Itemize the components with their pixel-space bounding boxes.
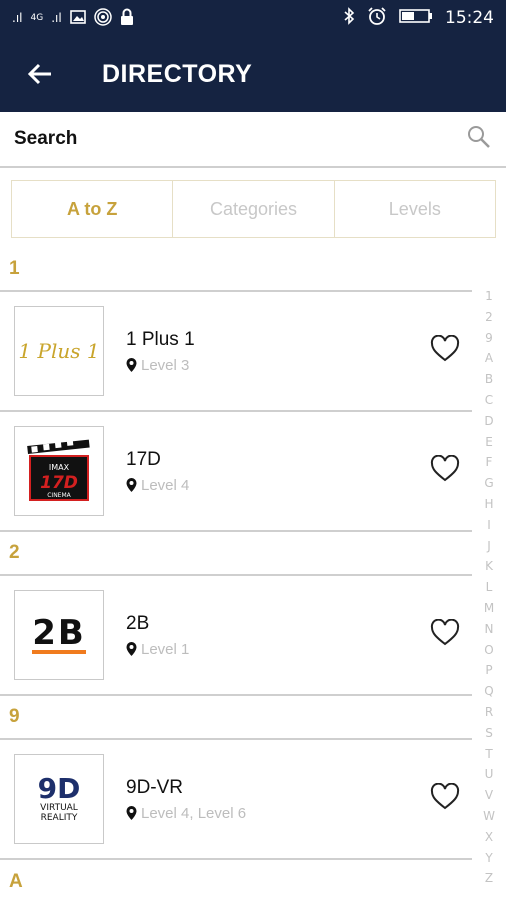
store-logo: 9D VIRTUAL REALITY [14,754,104,844]
index-letter[interactable]: J [487,536,491,557]
section-header: 9 [0,696,472,740]
index-letter[interactable]: 2 [485,307,493,328]
store-level: Level 4 [126,477,472,494]
index-letter[interactable]: G [484,473,493,494]
imax-bottom-text: CINEMA [47,492,71,499]
index-letter[interactable]: B [485,369,493,390]
index-letter[interactable]: E [485,432,493,453]
store-level-text: Level 4 [141,476,190,494]
index-letter[interactable]: 1 [485,286,493,307]
index-letter[interactable]: X [485,827,493,848]
alphabet-index[interactable]: 1 2 9 A B C D E F G H I J K L M N O P Q … [482,286,496,889]
heart-icon[interactable] [430,454,460,487]
location-pin-icon [126,478,137,492]
index-letter[interactable]: R [485,702,493,723]
store-level: Level 3 [126,357,472,374]
location-pin-icon [126,806,137,820]
location-pin-icon [126,358,137,372]
store-level: Level 4, Level 6 [126,805,472,822]
search-bar[interactable]: Search [0,112,506,168]
index-letter[interactable]: F [486,452,493,473]
store-name: 17D [126,448,161,470]
imax-top-text: IMAX [49,463,70,472]
list-item[interactable]: 2B 2B Level 1 [0,576,472,696]
index-letter[interactable]: O [484,640,493,661]
app-bar: DIRECTORY [0,36,506,112]
index-letter[interactable]: U [485,764,494,785]
store-level-text: Level 1 [141,640,190,658]
tab-categories[interactable]: Categories [173,181,335,237]
page-title: DIRECTORY [102,59,253,88]
section-header: 1 [0,248,472,292]
tab-levels[interactable]: Levels [335,181,495,237]
search-input[interactable]: Search [14,128,466,150]
heart-icon[interactable] [430,334,460,367]
index-letter[interactable]: 9 [485,328,493,349]
section-header: A [9,871,23,892]
list-item[interactable]: IMAX 17D CINEMA 17D Level 4 [0,412,472,532]
section-header: 2 [0,532,472,576]
signal-icon-2: .ıl [51,11,62,25]
store-name: 9D-VR [126,776,184,798]
index-letter[interactable]: M [484,598,494,619]
store-level-text: Level 4, Level 6 [141,804,247,822]
lock-icon [120,8,134,29]
heart-icon[interactable] [430,782,460,815]
index-letter[interactable]: T [485,744,492,765]
store-name: 1 Plus 1 [126,328,195,350]
index-letter[interactable]: I [487,515,491,536]
alarm-icon [367,6,387,31]
store-level-text: Level 3 [141,356,190,374]
store-name: 2B [126,612,150,634]
nine-d-top-text: 9D [37,772,81,805]
index-letter[interactable]: H [484,494,493,515]
nine-d-line1-text: VIRTUAL [40,803,78,813]
store-level: Level 1 [126,641,472,658]
back-button[interactable] [0,36,80,112]
index-letter[interactable]: Z [485,868,493,889]
index-letter[interactable]: P [485,660,492,681]
location-pin-icon [126,642,137,656]
index-letter[interactable]: A [485,348,493,369]
index-letter[interactable]: K [485,556,493,577]
clapperboard-logo: IMAX 17D CINEMA [27,439,90,501]
store-logo: 2B [14,590,104,680]
index-letter[interactable]: S [485,723,493,744]
signal-icon: .ıl [12,11,23,25]
tab-a-to-z[interactable]: A to Z [12,181,174,237]
arrow-left-icon [27,63,51,85]
search-icon[interactable] [466,124,492,155]
store-logo: 1 Plus 1 [14,306,104,396]
index-letter[interactable]: D [484,411,493,432]
index-letter[interactable]: L [486,577,493,598]
status-time: 15:24 [445,8,494,28]
index-letter[interactable]: C [485,390,493,411]
image-icon [69,9,86,28]
directory-tabs: A to Z Categories Levels [11,180,496,238]
status-right: 15:24 [343,6,494,31]
hotspot-icon [93,7,112,29]
bluetooth-icon [343,6,355,30]
index-letter[interactable]: W [483,806,495,827]
nine-d-line2-text: REALITY [40,813,78,823]
network-type: 4G [30,13,44,23]
imax-mid-text: 17D [40,473,78,493]
index-letter[interactable]: Q [484,681,493,702]
directory-list: 1 1 Plus 1 1 Plus 1 Level 3 IMAX 17D CIN… [0,248,472,904]
list-item[interactable]: 1 Plus 1 1 Plus 1 Level 3 [0,292,472,412]
logo-text: 2B [32,613,86,654]
index-letter[interactable]: N [485,619,494,640]
status-bar: .ıl 4G .ıl 15:24 [0,0,506,36]
index-letter[interactable]: V [485,785,493,806]
list-item[interactable]: 9D VIRTUAL REALITY 9D-VR Level 4, Level … [0,740,472,860]
store-logo: IMAX 17D CINEMA [14,426,104,516]
index-letter[interactable]: Y [485,848,492,869]
logo-text: 1 Plus 1 [18,339,100,363]
battery-icon [399,8,433,29]
status-left: .ıl 4G .ıl [12,7,134,29]
heart-icon[interactable] [430,618,460,651]
